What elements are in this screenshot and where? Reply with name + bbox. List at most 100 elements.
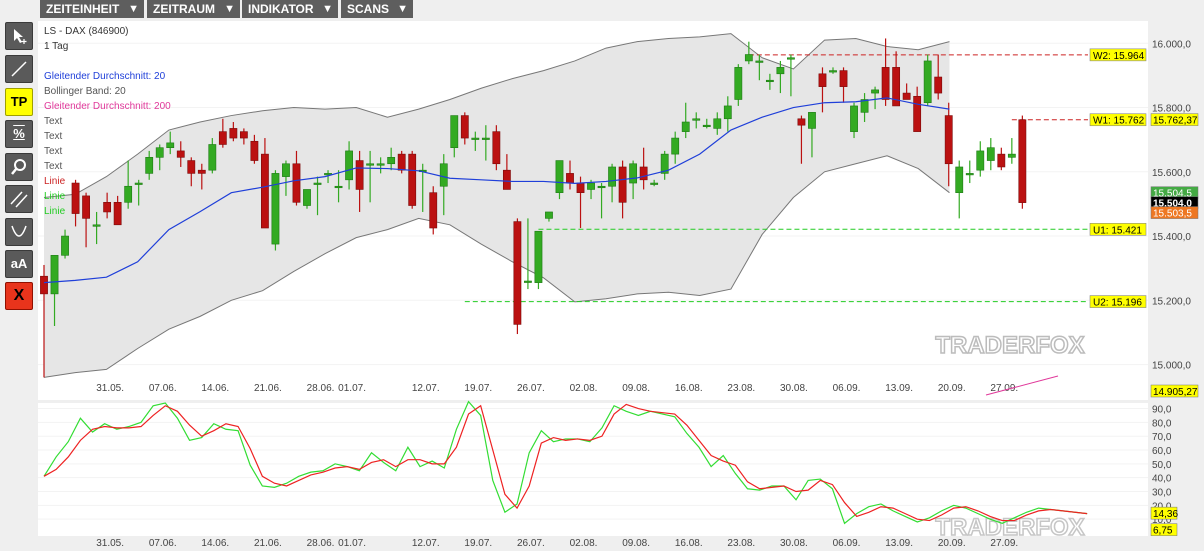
oscillator-axis-tick-label: 70,0 [1152, 432, 1172, 443]
legend-entry: Linie [44, 176, 66, 187]
candle-body [261, 153, 269, 229]
watermark: TRADERFOX [935, 332, 1084, 359]
date-tick-label: 14.06. [201, 383, 229, 394]
level-label: W2: 15.964 [1093, 51, 1145, 62]
candle-body [545, 211, 553, 219]
candle [271, 170, 280, 251]
candle-body [744, 54, 753, 62]
date-tick-label: 26.07. [517, 538, 545, 549]
candle-body [587, 182, 595, 190]
candle-body [61, 235, 69, 256]
candle-body [902, 92, 911, 100]
oscillator-axis-tick-label: 50,0 [1152, 460, 1172, 471]
candle-body [376, 163, 385, 166]
date-tick-label: 09.08. [622, 538, 650, 549]
candle-body [923, 60, 932, 104]
candle-body [608, 166, 616, 187]
candle-body [723, 105, 732, 120]
level-label: U1: 15.421 [1093, 225, 1142, 236]
candle-body [481, 137, 490, 140]
candle-body [934, 76, 943, 94]
candle-body [345, 150, 353, 181]
level-label: W1: 15.762 [1093, 116, 1145, 127]
candle-body [439, 163, 448, 187]
candle [513, 218, 522, 335]
date-tick-label: 13.09. [885, 383, 913, 394]
candle-body [524, 280, 532, 283]
candle [429, 186, 438, 235]
candle-body [187, 160, 196, 174]
candle-body [229, 128, 238, 139]
level-label: U2: 15.196 [1093, 298, 1142, 309]
price-axis-tick-label: 15.600,0 [1152, 168, 1191, 179]
candle-body [913, 95, 922, 132]
legend-entry: Text [44, 161, 63, 172]
candle-body [397, 153, 406, 171]
candle [1018, 115, 1027, 209]
candle-body [197, 169, 206, 174]
candle [923, 54, 932, 106]
legend-entry: Bollinger Band: 20 [44, 86, 126, 97]
watermark: TRADERFOX [935, 514, 1084, 541]
date-tick-label: 19.07. [464, 383, 492, 394]
candle-body [734, 67, 743, 100]
candle-body [124, 185, 133, 203]
candle-body [839, 70, 848, 87]
candle-body [292, 163, 301, 203]
price-axis-marker-label: 14.905,27 [1153, 387, 1198, 398]
candle-body [944, 115, 953, 165]
candle-body [555, 160, 564, 193]
candle-body [92, 224, 101, 227]
candle-body [629, 163, 638, 184]
candle-body [239, 131, 248, 139]
candle-body [408, 153, 417, 206]
date-tick-label: 23.08. [727, 383, 755, 394]
candle-body [965, 173, 974, 176]
candle-body [460, 115, 469, 139]
candle-body [1007, 153, 1016, 158]
candle-body [997, 153, 1006, 168]
price-axis-marker-label: 15.503,5 [1153, 209, 1192, 220]
price-axis-tick-label: 15.800,0 [1152, 104, 1191, 115]
candle-body [755, 60, 764, 63]
date-tick-label: 28.06. [307, 383, 335, 394]
candle-body [176, 150, 185, 158]
oscillator-axis-tick-label: 30,0 [1152, 488, 1172, 499]
candle-body [765, 79, 774, 83]
date-tick-label: 12.07. [412, 383, 440, 394]
candle-body [355, 160, 364, 190]
chart-canvas[interactable]: 16.000,0 15.800,0 15.600,0 15.400,0 15.200,0… [0, 0, 1204, 551]
price-axis-tick-label: 15.200,0 [1152, 296, 1191, 307]
candle-body [681, 121, 690, 132]
candle-body [850, 105, 858, 132]
date-tick-label: 14.06. [201, 538, 229, 549]
price-panel: 16.000,0 15.800,0 15.600,0 15.400,0 15.200,0… [38, 21, 1199, 400]
date-tick-label: 31.05. [96, 538, 124, 549]
date-tick-label: 01.07. [338, 538, 366, 549]
candle-body [1018, 119, 1027, 203]
price-axis-tick-label: 16.000,0 [1152, 39, 1191, 50]
candle-body [282, 163, 290, 177]
candle-body [818, 73, 827, 87]
candle-body [881, 67, 890, 100]
date-tick-label: 02.08. [570, 383, 598, 394]
candle-body [597, 185, 606, 189]
date-tick-label: 28.06. [307, 538, 335, 549]
candle-body [303, 189, 311, 206]
legend-entry: Gleitender Durchschnitt: 20 [44, 71, 166, 82]
candle-body [134, 182, 143, 185]
candle-body [713, 118, 722, 129]
candle-body [71, 182, 80, 214]
candle-body [113, 202, 122, 226]
candle-body [808, 112, 816, 129]
candle-body [50, 255, 59, 295]
candle-body [103, 202, 112, 213]
candle-body [871, 89, 879, 94]
candle [408, 150, 417, 209]
candle-body [502, 169, 511, 190]
date-tick-label: 30.08. [780, 538, 808, 549]
legend-entry: Gleitender Durchschnitt: 200 [44, 101, 171, 112]
price-axis-marker-label: 15.762,37 [1153, 116, 1198, 127]
legend-entry: Text [44, 146, 63, 157]
candle-body [618, 166, 627, 203]
